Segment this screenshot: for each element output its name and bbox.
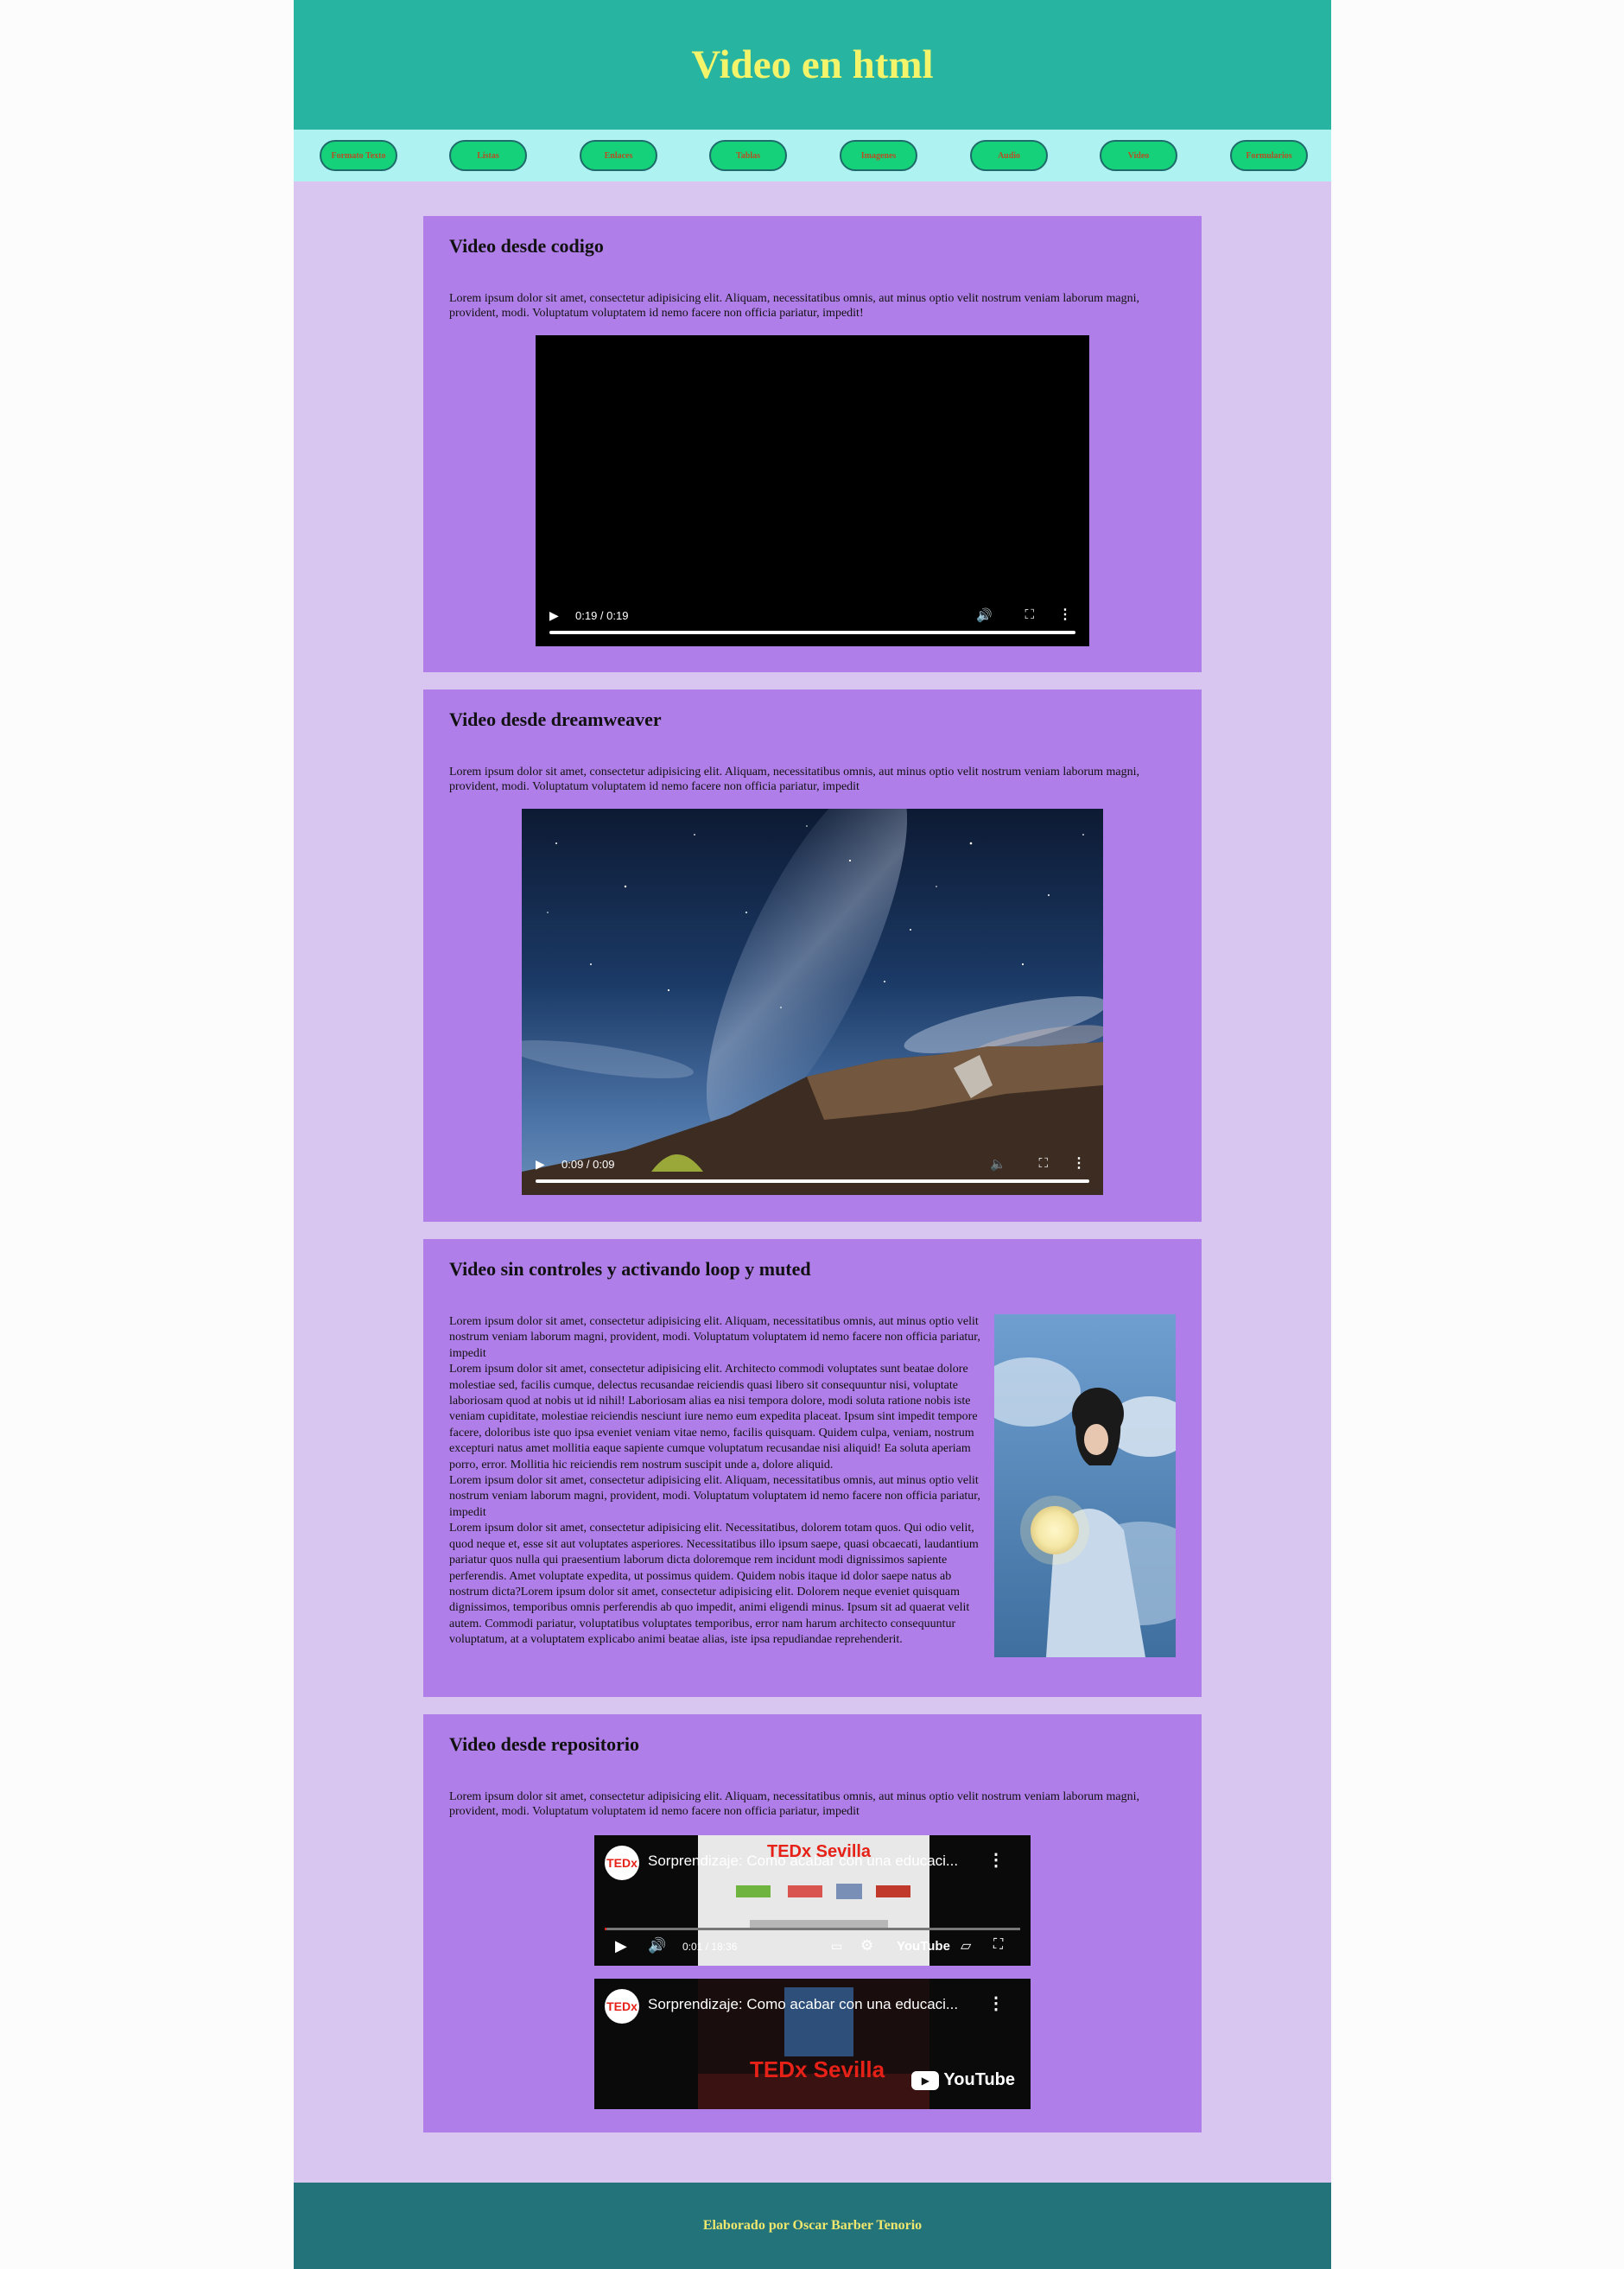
video-progress-bar[interactable] [549,631,1075,634]
section-title: Video desde dreamweaver [449,709,662,730]
play-icon[interactable]: ▶ [615,1937,627,1955]
youtube-progress-bar[interactable] [605,1928,1020,1930]
settings-icon[interactable]: ⚙ [860,1937,873,1954]
video-player[interactable]: ▶ 0:19 / 0:19 🔊 ⛶ ⋮ [536,335,1089,646]
woman-moon-image [994,1314,1176,1657]
youtube-video-title[interactable]: Sorprendizaje: Como acabar con una educa… [648,1996,958,2013]
nav-imagenes[interactable]: Imagenes [840,140,917,171]
play-icon[interactable]: ▶ [536,1157,545,1172]
video-player[interactable]: ▶ 0:09 / 0:09 🔈 ⛶ ⋮ [522,809,1103,1195]
video-progress-bar[interactable] [536,1179,1089,1183]
nav-tablas[interactable]: Tablas [709,140,787,171]
cast-icon[interactable]: ▱ [961,1937,971,1954]
youtube-watermark[interactable]: ▶ YouTube [911,2070,1015,2090]
section-title: Video desde codigo [449,235,604,257]
youtube-play-icon: ▶ [911,2070,940,2090]
section-title: Video sin controles y activando loop y m… [449,1258,811,1280]
youtube-logo: YouTube [943,2070,1015,2089]
video-time: 0:19 / 0:19 [575,609,629,622]
fullscreen-icon[interactable]: ⛶ [1025,607,1034,622]
section-text: Lorem ipsum dolor sit amet, consectetur … [449,292,1140,320]
section-paragraph: Lorem ipsum dolor sit amet, consectetur … [449,1522,979,1647]
tedx-avatar[interactable]: TEDx [605,1989,639,2024]
nav-listas[interactable]: Listas [449,140,527,171]
section-paragraph: Lorem ipsum dolor sit amet, consectetur … [449,1315,980,1360]
video-time: 0:09 / 0:09 [561,1158,615,1171]
more-options-icon[interactable]: ⋮ [1072,1154,1086,1172]
site-header: Video en html [294,0,1331,130]
section-title: Video desde repositorio [449,1733,639,1755]
section-video-codigo: Video desde codigo Lorem ipsum dolor sit… [423,216,1202,672]
play-icon[interactable]: ▶ [549,608,559,623]
section-video-repositorio: Video desde repositorio Lorem ipsum dolo… [423,1714,1202,2132]
page-container: Video en html Formato Texto Listas Enlac… [294,0,1331,2269]
youtube-embed[interactable]: TEDx Sevilla TEDx Sorprendizaje: Como ac… [594,1835,1031,1966]
section-text: Lorem ipsum dolor sit amet, consectetur … [449,1790,1140,1818]
section-paragraph: Lorem ipsum dolor sit amet, consectetur … [449,1363,978,1471]
nav-formato-texto[interactable]: Formato Texto [320,140,397,171]
nav-formularios[interactable]: Formularios [1230,140,1308,171]
sponsor-logo [788,1885,822,1897]
event-logo: TEDx Sevilla [750,2056,885,2082]
more-options-icon[interactable]: ⋮ [987,1849,1005,1871]
sponsor-logo [836,1884,862,1899]
video-controls: ▶ 0:19 / 0:19 🔊 ⛶ ⋮ [536,594,1089,646]
tedx-avatar[interactable]: TEDx [605,1846,639,1880]
looping-video [994,1314,1176,1657]
main-nav: Formato Texto Listas Enlaces Tablas Imag… [294,130,1331,181]
youtube-progress-fill [605,1928,607,1930]
subtitles-icon[interactable]: ▭ [831,1939,842,1954]
nav-audio[interactable]: Audio [970,140,1048,171]
page-title: Video en html [691,42,934,87]
nav-enlaces[interactable]: Enlaces [580,140,657,171]
section-text-block: Lorem ipsum dolor sit amet, consectetur … [449,1314,992,1649]
volume-icon[interactable]: 🔈 [990,1156,1006,1172]
nav-video[interactable]: Video [1100,140,1177,171]
section-text: Lorem ipsum dolor sit amet, consectetur … [449,766,1140,793]
night-sky-image [522,809,1103,1195]
section-video-dreamweaver: Video desde dreamweaver Lorem ipsum dolo… [423,690,1202,1222]
youtube-video-title[interactable]: Sorprendizaje: Como acabar con una educa… [648,1853,958,1870]
youtube-embed[interactable]: TEDx Sevilla TEDx Sorprendizaje: Como ac… [594,1979,1031,2109]
section-video-loop-muted: Video sin controles y activando loop y m… [423,1239,1202,1697]
section-paragraph: Lorem ipsum dolor sit amet, consectetur … [449,1474,980,1519]
video-controls: ▶ 0:09 / 0:09 🔈 ⛶ ⋮ [522,1143,1103,1195]
more-options-icon[interactable]: ⋮ [987,1993,1005,2014]
site-footer: Elaborado por Oscar Barber Tenorio [294,2183,1331,2269]
sponsor-logo [876,1885,910,1897]
more-options-icon[interactable]: ⋮ [1058,606,1072,623]
fullscreen-icon[interactable]: ⛶ [1038,1156,1048,1171]
youtube-logo[interactable]: YouTube [897,1939,950,1954]
youtube-time: 0:01 / 18:36 [682,1941,738,1953]
fullscreen-icon[interactable]: ⛶ [993,1937,1003,1953]
sponsor-logo [736,1885,771,1897]
volume-icon[interactable]: 🔊 [648,1937,666,1954]
volume-icon[interactable]: 🔊 [976,607,993,623]
footer-credit: Elaborado por Oscar Barber Tenorio [702,2218,923,2233]
